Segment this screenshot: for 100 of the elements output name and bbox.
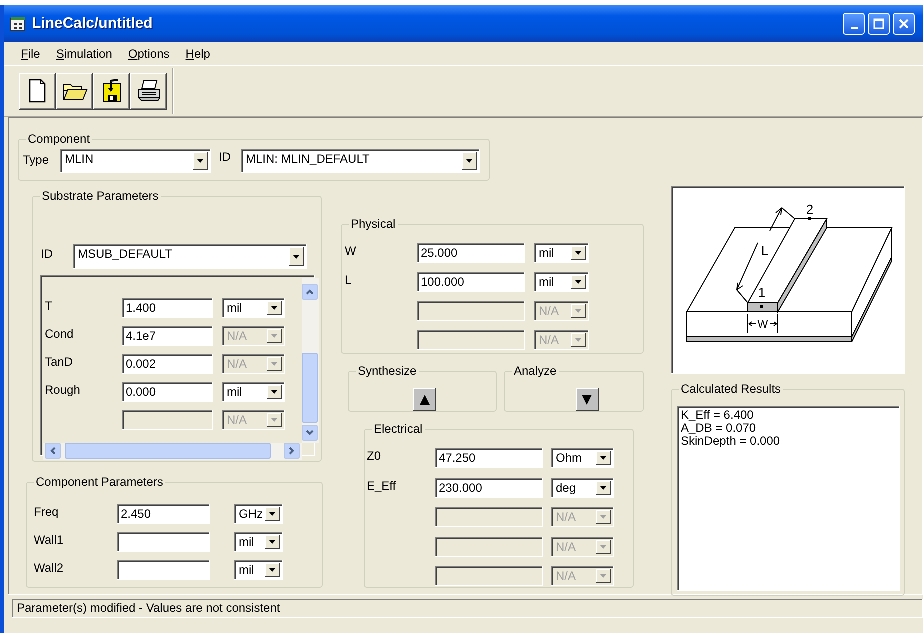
unit-dropdown: N/A	[551, 536, 614, 556]
close-icon	[898, 18, 910, 30]
field-label: TanD	[45, 354, 74, 370]
open-button[interactable]	[56, 72, 93, 110]
substrate-id-dropdown[interactable]: MSUB_DEFAULT	[73, 244, 307, 269]
status-bar: Parameter(s) modified - Values are not consistent	[12, 599, 923, 618]
save-button[interactable]	[93, 72, 130, 110]
unit-dropdown: N/A	[222, 326, 285, 346]
result-line: A_DB = 0.070	[681, 422, 758, 435]
value-field[interactable]: 100.000	[417, 272, 525, 292]
group-title: Component Parameters	[34, 475, 166, 489]
unit-dropdown[interactable]: mil	[234, 532, 283, 552]
id-dropdown[interactable]: MLIN: MLIN_DEFAULT	[241, 149, 480, 173]
field-label: L	[345, 272, 353, 288]
unit-dropdown[interactable]: mil	[222, 382, 285, 402]
unit-dropdown[interactable]: deg	[551, 478, 614, 498]
field-label: Cond	[45, 326, 75, 342]
close-button[interactable]	[893, 12, 915, 34]
result-line: K_Eff = 6.400	[681, 409, 755, 422]
analyze-button[interactable]	[576, 388, 598, 411]
scroll-up-button[interactable]	[302, 284, 318, 300]
field-label: T	[45, 298, 54, 314]
value-field[interactable]: 2.450	[117, 504, 210, 524]
caret-icon	[575, 338, 582, 342]
scroll-right-button[interactable]	[284, 443, 300, 459]
unit-dropdown: N/A	[222, 410, 285, 430]
synthesize-button[interactable]	[413, 388, 436, 411]
unit-dropdown: N/A	[534, 330, 589, 350]
triangle-down-icon	[581, 394, 593, 406]
unit-dropdown: N/A	[534, 301, 589, 321]
scrollbar-thumb[interactable]	[302, 353, 318, 423]
unit-dropdown: N/A	[222, 354, 285, 374]
result-line: SkinDepth = 0.000	[681, 435, 782, 448]
chevron-down-icon	[306, 429, 314, 437]
horizontal-scrollbar[interactable]	[43, 443, 302, 460]
field-label: ID	[41, 246, 53, 262]
caret-icon	[575, 280, 582, 284]
unit-dropdown[interactable]: GHz	[234, 504, 283, 524]
scroll-down-button[interactable]	[302, 425, 318, 441]
caret-icon	[271, 418, 278, 422]
field-label: Wall1	[34, 532, 65, 548]
scrollbar-thumb[interactable]	[65, 443, 271, 459]
caret-icon	[600, 544, 607, 548]
field-label: Z0	[367, 448, 382, 464]
group-title: Physical	[349, 217, 398, 231]
group-title: Electrical	[372, 422, 425, 436]
value-field[interactable]: 1.400	[122, 298, 213, 318]
menu-item[interactable]: Simulation	[48, 46, 120, 60]
value-field[interactable]	[117, 560, 210, 580]
maximize-icon	[873, 18, 885, 30]
menu-item[interactable]: File	[13, 46, 48, 60]
caret-icon	[269, 568, 276, 572]
value-field[interactable]: 47.250	[435, 448, 543, 468]
menu-item[interactable]: Help	[178, 46, 218, 60]
caret-icon	[271, 390, 278, 394]
value-field[interactable]: 0.000	[122, 382, 213, 402]
value-field[interactable]: 4.1e7	[122, 326, 213, 346]
group-title: Component	[26, 132, 92, 146]
app-icon	[10, 16, 26, 32]
unit-dropdown[interactable]: Ohm	[551, 448, 614, 468]
caret-icon	[575, 251, 582, 255]
triangle-up-icon	[418, 394, 430, 406]
caret-icon	[600, 456, 607, 460]
chevron-right-icon	[288, 447, 296, 455]
field-label: E_Eff	[367, 478, 398, 494]
caret-icon	[600, 515, 607, 519]
vertical-scrollbar[interactable]	[302, 278, 319, 443]
caret-icon	[575, 309, 582, 313]
caret-icon	[600, 486, 607, 490]
caret-icon	[271, 334, 278, 338]
type-dropdown[interactable]: MLIN	[60, 149, 212, 173]
unit-dropdown: N/A	[551, 566, 614, 586]
value-field[interactable]: 0.002	[122, 354, 213, 374]
chevron-left-icon	[49, 447, 57, 455]
unit-dropdown[interactable]: mil	[222, 298, 285, 318]
field-label: Rough	[45, 382, 82, 398]
group-title: Substrate Parameters	[40, 189, 161, 203]
new-button[interactable]	[19, 72, 56, 110]
unit-dropdown[interactable]: mil	[534, 272, 589, 292]
minimize-button[interactable]	[843, 12, 865, 34]
caret-icon	[600, 574, 607, 578]
chevron-up-icon	[306, 288, 314, 296]
caret-icon	[197, 159, 204, 163]
value-field[interactable]: 230.000	[435, 478, 543, 498]
unit-dropdown: N/A	[551, 507, 614, 527]
scroll-left-button[interactable]	[45, 443, 61, 459]
caret-icon	[271, 362, 278, 366]
value-field[interactable]: 25.000	[417, 243, 525, 263]
diagram-label: 1	[758, 285, 766, 300]
field-label: W	[345, 243, 358, 259]
unit-dropdown[interactable]: mil	[534, 243, 589, 263]
field-label: Wall2	[34, 560, 65, 576]
menu-item[interactable]: Options	[120, 46, 178, 60]
field-label: Freq	[34, 504, 60, 520]
caret-icon	[269, 512, 276, 516]
maximize-button[interactable]	[868, 12, 890, 34]
caret-icon	[269, 540, 276, 544]
value-field[interactable]	[117, 532, 210, 552]
print-button[interactable]	[130, 72, 167, 110]
unit-dropdown[interactable]: mil	[234, 560, 283, 580]
